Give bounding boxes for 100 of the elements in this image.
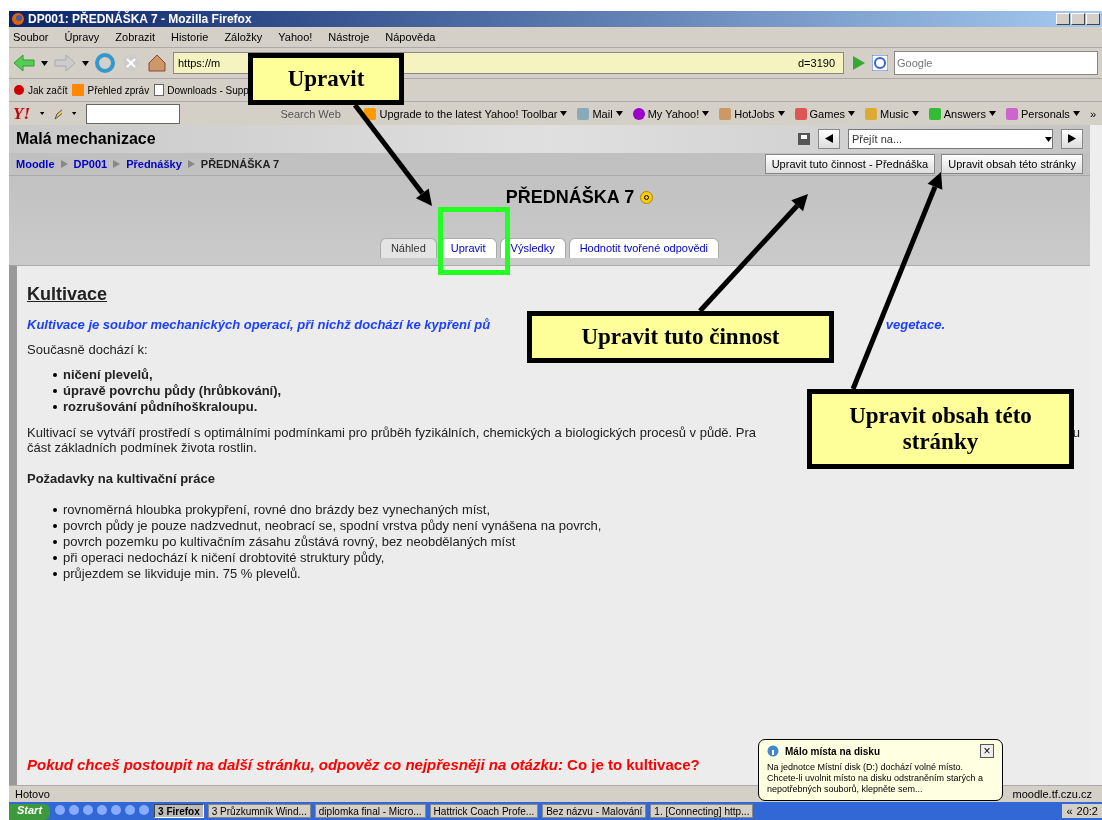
next-button[interactable]	[1061, 129, 1083, 149]
stop-icon[interactable]	[121, 53, 141, 73]
menu-item[interactable]: Historie	[171, 31, 209, 43]
callout-tooltip: Upravit	[248, 53, 404, 105]
more-chevron[interactable]: »	[1089, 107, 1096, 120]
toolbar-link[interactable]: Games	[809, 107, 846, 120]
minimize-button[interactable]	[1056, 13, 1070, 25]
caret-icon	[911, 111, 919, 116]
toolbar-link[interactable]: Answers	[943, 107, 986, 120]
edit-button[interactable]: Upravit tuto činnost - Přednáška	[764, 154, 936, 174]
bookmark-link[interactable]: Jak začít	[13, 84, 68, 96]
quick-launch-icon[interactable]	[82, 804, 95, 816]
list-item: povrch pozemku po kultivačním zásahu zůstává rovný, bez neobdělaných míst	[63, 534, 516, 550]
paragraph-text: Kultivací se vytváří prostředí s optimálními podmínkami pro průběh fyzikálních, chemických a biologických procesů v půdě. Pra	[27, 425, 757, 440]
caret-icon	[777, 111, 785, 116]
taskbar-button[interactable]: 3 Průzkumník Wind...	[207, 804, 311, 818]
subheading: Požadavky na kultivační práce	[27, 471, 215, 486]
callout-tooltip: Upravit obsah této stránky	[807, 389, 1074, 469]
go-arrow-icon[interactable]	[850, 54, 866, 72]
edit-button[interactable]: Upravit obsah této stránky	[941, 154, 1083, 174]
toolbar-link[interactable]: Personals	[1020, 107, 1070, 120]
square-icon	[928, 107, 941, 120]
select-placeholder: Přejít na...	[852, 133, 903, 145]
jump-to-select[interactable]: Přejít na...	[848, 129, 1053, 149]
callout-tooltip: Upravit tuto činnost	[527, 311, 834, 363]
menu-item[interactable]: Zobrazit	[115, 31, 156, 43]
taskbar-button[interactable]: 1. [Connecting] http...	[650, 804, 754, 818]
triangle-left-icon	[825, 134, 833, 143]
caret-icon	[702, 111, 710, 116]
taskbar-button[interactable]: 3 Firefox	[154, 804, 204, 818]
breadcrumb-link[interactable]: DP001	[73, 158, 108, 170]
section-title: Kultivace	[27, 284, 108, 305]
yahoo-logo: Y!	[13, 103, 30, 124]
menu-item[interactable]: Nápověda	[385, 31, 436, 43]
menu-item[interactable]: Záložky	[224, 31, 263, 43]
toolbar-link[interactable]: Mail	[592, 107, 613, 120]
caret-icon	[988, 111, 996, 116]
status-text: Hotovo	[15, 788, 50, 800]
menu-item[interactable]: Nástroje	[328, 31, 370, 43]
caret-icon	[40, 111, 45, 116]
pencil-icon[interactable]	[54, 107, 62, 120]
caret-icon	[560, 111, 568, 116]
list-item: ničení plevelů,	[63, 367, 153, 383]
quick-launch-icon[interactable]	[110, 804, 123, 816]
caret-icon	[82, 60, 89, 66]
lead-text: Kultivace je soubor mechanických operací, při nichž dochází ke kypření pů	[27, 317, 491, 332]
help-icon[interactable]	[640, 191, 654, 204]
yahoo-search-field[interactable]	[86, 103, 181, 124]
forward-arrow-icon[interactable]	[54, 54, 76, 72]
taskbar-button[interactable]: Bez názvu - Malování	[542, 804, 647, 818]
notification-text[interactable]: Na jednotce Místní disk (D:) dochází volné místo. Chcete-li uvolnit místo na disku odstraněním starých a nepotřebných souborů, klepněte sem...	[767, 762, 994, 795]
breadcrumb-link[interactable]: Moodle	[16, 158, 55, 170]
reload-icon[interactable]	[95, 53, 115, 73]
quick-launch-icon[interactable]	[96, 804, 109, 816]
list-item: úpravě povrchu půdy (hrůbkování),	[63, 383, 282, 399]
toolbar-link[interactable]: Upgrade to the latest Yahoo! Toolbar	[379, 107, 558, 120]
tab[interactable]: Výsledky	[499, 238, 566, 258]
info-icon	[767, 745, 779, 757]
quick-launch-icon[interactable]	[68, 804, 81, 816]
tab[interactable]: Hodnotit tvořené odpovědi	[568, 238, 720, 258]
back-arrow-icon[interactable]	[13, 54, 35, 72]
quick-launch-icon[interactable]	[124, 804, 137, 816]
notification-title: Málo místa na disku	[785, 745, 881, 757]
search-web-button[interactable]: Search Web	[280, 107, 341, 120]
menu-item[interactable]: Soubor	[13, 31, 49, 43]
toolbar-link[interactable]: HotJobs	[734, 107, 775, 120]
save-icon[interactable]	[798, 133, 810, 145]
tab[interactable]: Náhled	[379, 238, 437, 258]
caret-icon	[41, 60, 48, 66]
start-button[interactable]: Start	[9, 804, 51, 820]
quick-launch-icon[interactable]	[54, 804, 67, 816]
separator-icon	[113, 160, 121, 168]
triangle-right-icon	[1068, 134, 1076, 143]
close-button[interactable]	[1086, 13, 1100, 25]
quick-launch-icon[interactable]	[138, 804, 151, 816]
site-title: Malá mechanizace	[16, 130, 157, 148]
menu-item[interactable]: Yahoo!	[278, 31, 313, 43]
home-icon[interactable]	[147, 53, 167, 73]
bookmark-link[interactable]: Downloads - Supp	[154, 84, 249, 96]
breadcrumb-link[interactable]: Přednášky	[126, 158, 182, 170]
bookmark-link[interactable]: Přehled zpráv	[72, 84, 150, 96]
highlight-frame	[438, 207, 510, 275]
taskbar-button[interactable]: Hattrick Coach Profe...	[429, 804, 539, 818]
toolbar-link[interactable]: Music	[880, 107, 909, 120]
close-button[interactable]: ×	[980, 744, 994, 758]
toolbar-link[interactable]: My Yahoo!	[647, 107, 700, 120]
list-item: rovnoměrná hloubka prokypření, rovné dno brázdy bez vynechaných míst,	[63, 502, 491, 518]
paragraph-text: u	[1072, 425, 1080, 440]
caret-icon	[848, 111, 856, 116]
previous-button[interactable]	[818, 129, 840, 149]
tray-expand-button[interactable]: «	[1066, 805, 1073, 817]
page-heading: PŘEDNÁŠKA 7	[505, 187, 635, 208]
taskbar-button[interactable]: diplomka final - Micro...	[314, 804, 426, 818]
question-text: Co je to kultivace?	[567, 756, 700, 773]
menu-item[interactable]: Úpravy	[64, 31, 100, 43]
search-field[interactable]: Google	[894, 51, 1098, 75]
caret-icon	[1072, 111, 1080, 116]
caret-icon	[71, 111, 76, 116]
restore-button[interactable]	[1071, 13, 1085, 25]
question-text: Pokud chceš postoupit na další stránku, odpověz co nejpřesněji na otázku:	[27, 756, 563, 773]
